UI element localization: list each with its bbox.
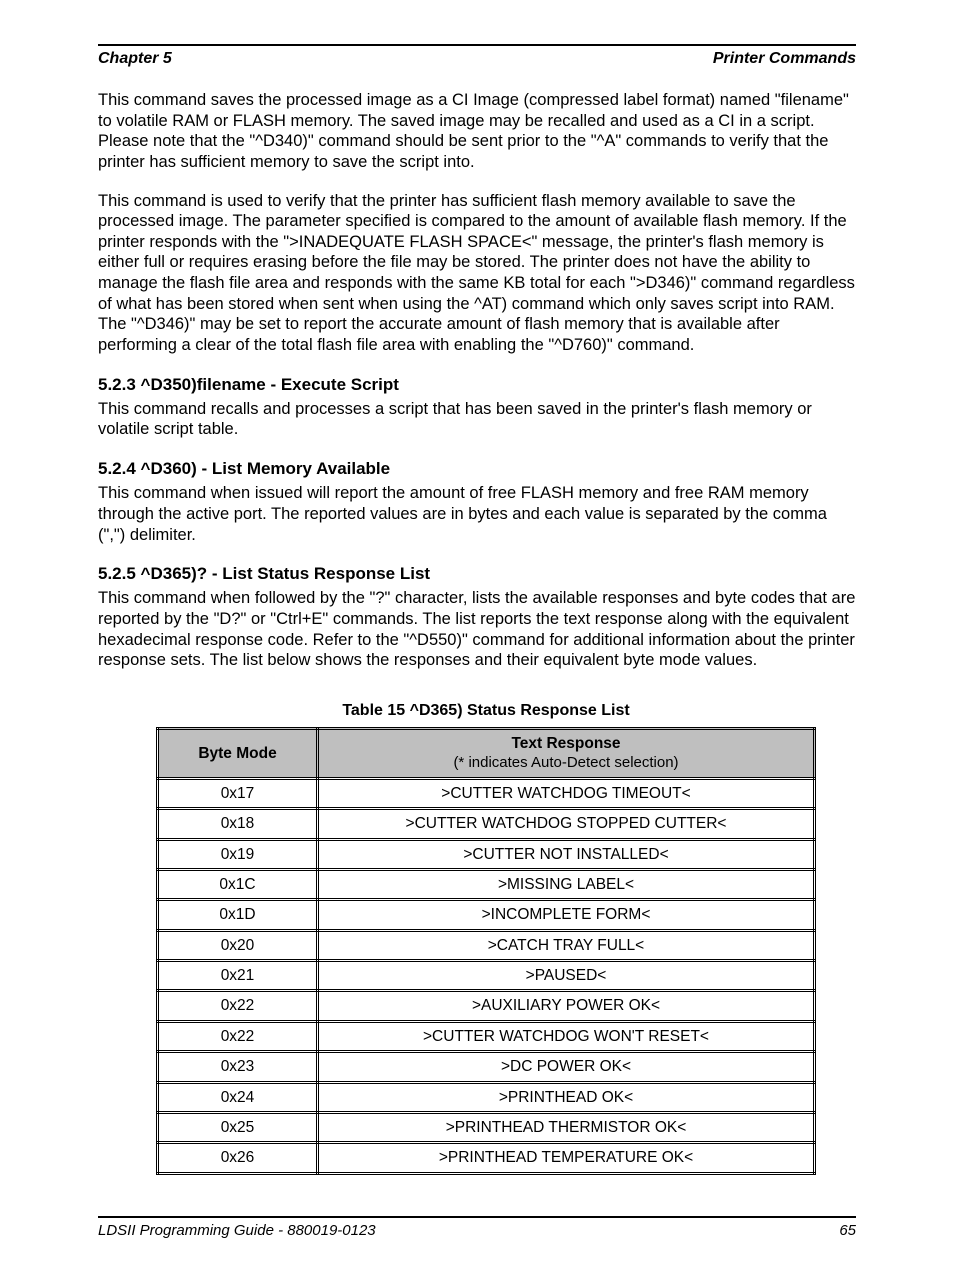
cell-text: >PRINTHEAD OK< [318,1082,815,1112]
cell-byte: 0x24 [158,1082,318,1112]
cmd-d365-title: 5.2.5 ^D365)? - List Status Response Lis… [98,563,856,584]
table-row: 0x20>CATCH TRAY FULL< [158,930,815,960]
cell-text: >CUTTER WATCHDOG TIMEOUT< [318,778,815,808]
table-caption: Table 15 ^D365) Status Response List [156,701,816,721]
table-row: 0x21>PAUSED< [158,961,815,991]
header-rule [98,44,856,46]
cell-text: >AUXILIARY POWER OK< [318,991,815,1021]
cell-byte: 0x21 [158,961,318,991]
footer-doc-id: LDSII Programming Guide - 880019-0123 [98,1222,376,1239]
status-table-wrap: Table 15 ^D365) Status Response List Byt… [156,701,816,1175]
cell-byte: 0x22 [158,1021,318,1051]
cell-byte: 0x17 [158,778,318,808]
cell-byte: 0x19 [158,839,318,869]
cell-text: >CUTTER WATCHDOG STOPPED CUTTER< [318,809,815,839]
col-text-response-line1: Text Response [327,734,805,754]
cell-text: >DC POWER OK< [318,1052,815,1082]
cell-text: >CATCH TRAY FULL< [318,930,815,960]
page-footer: LDSII Programming Guide - 880019-0123 65 [98,1216,856,1239]
table-row: 0x25>PRINTHEAD THERMISTOR OK< [158,1112,815,1142]
cell-text: >PRINTHEAD THERMISTOR OK< [318,1112,815,1142]
header-chapter: Chapter 5 [98,50,172,68]
cell-text: >PAUSED< [318,961,815,991]
paragraph-d350: This command recalls and processes a scr… [98,399,856,440]
table-row: 0x19>CUTTER NOT INSTALLED< [158,839,815,869]
cell-text: >CUTTER NOT INSTALLED< [318,839,815,869]
table-row: 0x26>PRINTHEAD TEMPERATURE OK< [158,1143,815,1173]
cell-text: >MISSING LABEL< [318,869,815,899]
cell-byte: 0x1D [158,900,318,930]
table-row: 0x1C>MISSING LABEL< [158,869,815,899]
table-row: 0x18>CUTTER WATCHDOG STOPPED CUTTER< [158,809,815,839]
cell-byte: 0x23 [158,1052,318,1082]
table-row: 0x23>DC POWER OK< [158,1052,815,1082]
table-row: 0x17>CUTTER WATCHDOG TIMEOUT< [158,778,815,808]
cell-byte: 0x26 [158,1143,318,1173]
paragraph-d360: This command when issued will report the… [98,483,856,545]
table-row: 0x1D>INCOMPLETE FORM< [158,900,815,930]
page-header: Chapter 5 Printer Commands [98,50,856,68]
cell-byte: 0x20 [158,930,318,960]
body-content: This command saves the processed image a… [98,90,856,1175]
table-row: 0x24>PRINTHEAD OK< [158,1082,815,1112]
table-row: 0x22>CUTTER WATCHDOG WON'T RESET< [158,1021,815,1051]
header-title: Printer Commands [713,50,856,68]
col-text-response: Text Response (* indicates Auto-Detect s… [318,728,815,778]
col-text-response-line2: (* indicates Auto-Detect selection) [327,754,805,773]
paragraph-d365: This command when followed by the "?" ch… [98,588,856,671]
table-row: 0x22>AUXILIARY POWER OK< [158,991,815,1021]
cell-byte: 0x22 [158,991,318,1021]
paragraph-d346: This command is used to verify that the … [98,191,856,356]
page: Chapter 5 Printer Commands This command … [0,44,954,1279]
cell-text: >INCOMPLETE FORM< [318,900,815,930]
cell-text: >PRINTHEAD TEMPERATURE OK< [318,1143,815,1173]
footer-rule [98,1216,856,1218]
cell-byte: 0x18 [158,809,318,839]
cmd-d350-title: 5.2.3 ^D350)filename - Execute Script [98,374,856,395]
cell-text: >CUTTER WATCHDOG WON'T RESET< [318,1021,815,1051]
cell-byte: 0x25 [158,1112,318,1142]
paragraph-d340b: This command saves the processed image a… [98,90,856,173]
col-byte-mode: Byte Mode [158,728,318,778]
cmd-d360-title: 5.2.4 ^D360) - List Memory Available [98,458,856,479]
footer-page-number: 65 [839,1222,856,1239]
status-response-table: Byte Mode Text Response (* indicates Aut… [156,727,816,1175]
cell-byte: 0x1C [158,869,318,899]
